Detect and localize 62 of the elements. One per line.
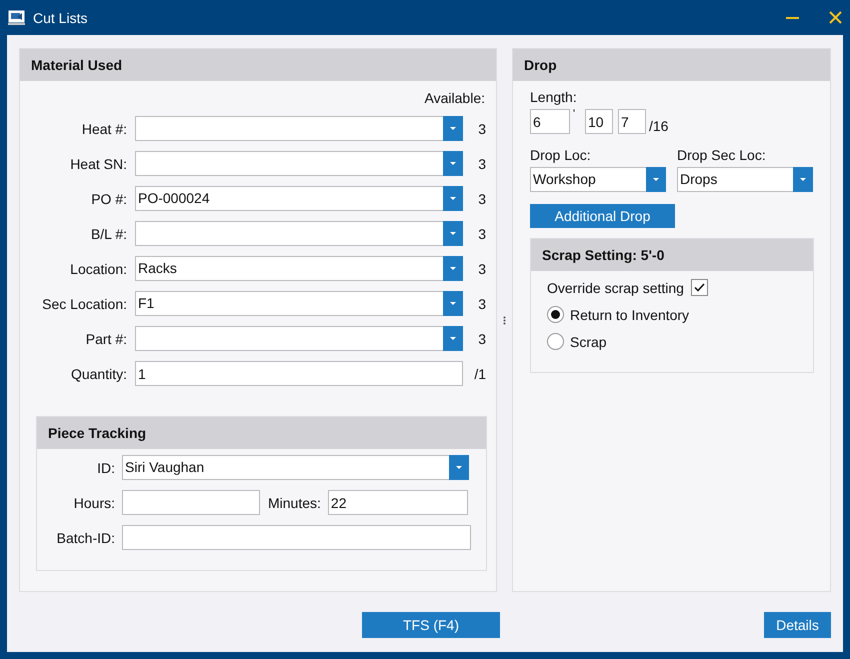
panel-header: Drop <box>513 49 830 81</box>
denominator-label: /16 <box>649 118 668 134</box>
input-field[interactable] <box>122 525 471 550</box>
additional-drop-button[interactable]: Additional Drop <box>530 204 675 228</box>
field-label: Hours: <box>72 494 115 510</box>
field-label: Drop Loc: <box>530 147 592 163</box>
minimize-icon[interactable] <box>786 16 799 18</box>
field-label: Heat SN: <box>69 156 127 172</box>
field-label: B/L #: <box>90 226 127 242</box>
dropdown[interactable]: F1 <box>135 291 463 316</box>
field-label: Location: <box>69 260 127 276</box>
splitter-handle-icon[interactable] <box>503 316 506 324</box>
feet-mark: ' <box>572 109 576 119</box>
dropdown[interactable] <box>135 151 463 176</box>
dropdown[interactable]: Drops <box>677 167 813 192</box>
available-label: Available: <box>424 89 486 107</box>
available-count: 3 <box>477 296 487 312</box>
inches-field[interactable]: 10 <box>585 109 613 134</box>
field-label: Sec Location: <box>41 296 127 312</box>
dropdown[interactable] <box>135 116 463 141</box>
field-label: Quantity: <box>70 366 127 382</box>
field-label: Heat #: <box>80 120 127 136</box>
field-label: Length: <box>530 89 578 105</box>
panel-header: Piece Tracking <box>37 417 486 449</box>
field-label: Batch-ID: <box>56 530 115 546</box>
checkbox-label: Override scrap setting <box>547 280 684 296</box>
action-button[interactable]: Details <box>764 612 831 638</box>
field-label: ID: <box>96 460 115 476</box>
radio-button[interactable] <box>547 306 564 323</box>
radio-button[interactable] <box>547 333 564 350</box>
panel-header: Material Used <box>20 49 496 81</box>
radio-label: Return to Inventory <box>570 306 690 322</box>
window-title: Cut Lists <box>33 10 88 26</box>
dropdown[interactable] <box>135 221 463 246</box>
action-button[interactable]: TFS (F4) <box>362 612 500 638</box>
field-label: Part #: <box>84 330 127 346</box>
available-count: 3 <box>477 260 487 276</box>
fraction-field[interactable]: 7 <box>618 109 646 134</box>
available-count: 3 <box>477 226 487 242</box>
dropdown[interactable]: Workshop <box>530 167 666 192</box>
app-icon <box>8 10 25 25</box>
checkbox[interactable] <box>690 279 708 296</box>
feet-field[interactable]: 6 <box>530 109 570 134</box>
input-field[interactable] <box>122 490 260 515</box>
dropdown[interactable]: Racks <box>135 256 463 281</box>
field-label: PO #: <box>90 190 127 206</box>
dropdown[interactable]: PO-000024 <box>135 186 463 211</box>
available-count: 3 <box>477 190 487 206</box>
panel-header: Scrap Setting: 5'-0 <box>531 239 813 271</box>
available-count: 3 <box>477 156 487 172</box>
check-icon <box>694 283 705 292</box>
available-count: 3 <box>477 120 487 136</box>
close-icon[interactable] <box>829 11 842 24</box>
available-count: 3 <box>477 330 487 346</box>
input-field[interactable]: 22 <box>328 490 468 515</box>
field-label: Minutes: <box>267 494 321 510</box>
input-field[interactable]: 1 <box>135 361 463 386</box>
field-label: Drop Sec Loc: <box>677 147 767 163</box>
dropdown[interactable]: Siri Vaughan <box>122 455 469 480</box>
dropdown[interactable] <box>135 326 463 351</box>
available-count: /1 <box>473 366 487 382</box>
radio-label: Scrap <box>570 334 607 350</box>
